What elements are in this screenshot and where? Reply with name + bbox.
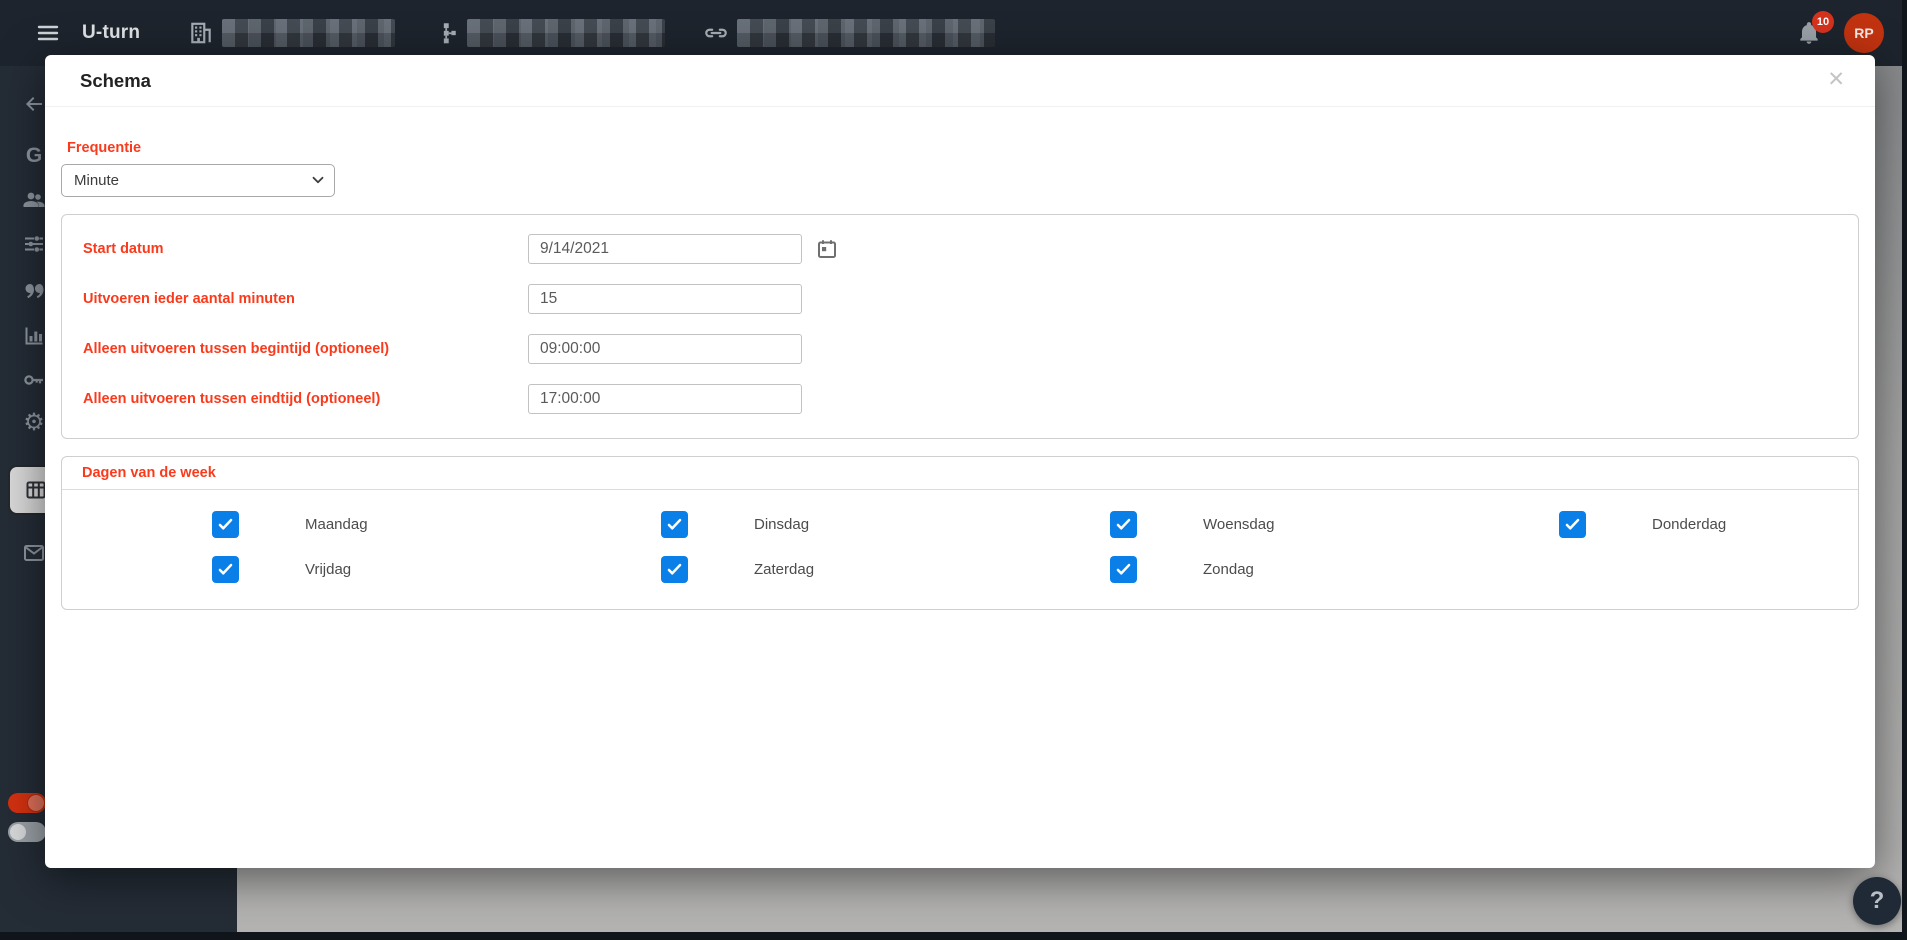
notification-badge: 10 — [1812, 11, 1834, 33]
day-label: Vrijdag — [305, 560, 352, 578]
quote-icon[interactable] — [22, 278, 46, 302]
days-of-week-label: Dagen van de week — [62, 457, 1858, 490]
field-input[interactable] — [528, 334, 802, 364]
checkbox-checked[interactable] — [661, 555, 688, 583]
bar-chart-icon[interactable] — [22, 324, 46, 348]
form-row: Uitvoeren ieder aantal minuten — [62, 274, 1858, 324]
topbar-nav-item[interactable] — [703, 19, 996, 47]
day-checkbox-item[interactable]: Woensdag — [960, 510, 1409, 538]
field-input[interactable] — [528, 234, 802, 264]
brand-title: U-turn — [82, 22, 141, 43]
link-icon — [703, 20, 729, 46]
day-label: Dinsdag — [754, 515, 810, 533]
window-frame-bottom — [0, 932, 1907, 940]
day-checkbox-item[interactable]: Maandag — [62, 510, 511, 538]
form-row: Alleen uitvoeren tussen begintijd (optio… — [62, 324, 1858, 374]
day-label: Woensdag — [1203, 515, 1275, 533]
close-icon[interactable]: ✕ — [1827, 69, 1845, 90]
field-input[interactable] — [528, 284, 802, 314]
days-fieldset: Dagen van de week Maandag Dinsdag Woensdag… — [61, 456, 1859, 610]
toggle-off[interactable] — [8, 822, 46, 842]
redacted-nav-label — [222, 19, 396, 47]
calendar-icon[interactable] — [815, 237, 839, 261]
gear-icon[interactable]: ⚙ — [22, 411, 46, 435]
field-label: Start datum — [83, 241, 164, 257]
toggle-knob — [10, 824, 26, 840]
topbar-nav-item[interactable] — [188, 19, 396, 47]
globe-icon[interactable]: G — [22, 144, 46, 168]
modal-body: Frequentie Minute Start datum Uitvoeren i… — [45, 140, 1875, 610]
redacted-nav-label — [467, 19, 666, 47]
day-checkbox-item[interactable]: Dinsdag — [511, 510, 960, 538]
field-input[interactable] — [528, 384, 802, 414]
application-window: G ⚙ U-turn 10 RP ? Schema ✕ Frequentie Mi… — [0, 0, 1907, 940]
frequency-select-wrap: Minute — [61, 164, 335, 197]
bell-icon — [1796, 22, 1822, 51]
frequency-label: Frequentie — [67, 140, 142, 156]
toggle-on[interactable] — [8, 793, 46, 813]
form-row: Start datum — [62, 224, 1858, 274]
mail-icon[interactable] — [22, 541, 46, 565]
day-checkbox-item[interactable]: Zaterdag — [511, 555, 960, 583]
day-checkbox-item[interactable]: Donderdag — [1409, 510, 1858, 538]
key-icon[interactable] — [22, 368, 46, 392]
field-label: Alleen uitvoeren tussen eindtijd (option… — [83, 391, 381, 407]
window-frame-right — [1902, 0, 1907, 940]
topbar-nav — [188, 19, 996, 47]
modal-title: Schema — [80, 69, 151, 91]
hamburger-icon[interactable] — [36, 21, 60, 45]
day-checkbox-item[interactable]: Zondag — [960, 555, 1409, 583]
schedule-fieldset: Start datum Uitvoeren ieder aantal minute… — [61, 214, 1859, 439]
day-label: Donderdag — [1652, 515, 1727, 533]
people-icon[interactable] — [22, 188, 46, 212]
day-checkbox-item[interactable]: Vrijdag — [62, 555, 511, 583]
checkbox-checked[interactable] — [1110, 555, 1137, 583]
building-icon — [188, 20, 214, 46]
arrow-left-icon[interactable] — [22, 92, 46, 116]
checkbox-checked[interactable] — [212, 555, 239, 583]
topbar-right: 10 RP — [1796, 11, 1884, 53]
topbar-nav-item[interactable] — [433, 19, 666, 47]
field-label: Alleen uitvoeren tussen begintijd (optio… — [83, 341, 390, 357]
field-label: Uitvoeren ieder aantal minuten — [83, 291, 295, 307]
help-button[interactable]: ? — [1853, 877, 1901, 925]
day-label: Zondag — [1203, 560, 1254, 578]
checkbox-checked[interactable] — [212, 510, 239, 538]
frequency-select[interactable]: Minute — [61, 164, 335, 197]
schema-modal: Schema ✕ Frequentie Minute Start datum Ui… — [45, 55, 1875, 868]
day-label: Zaterdag — [754, 560, 815, 578]
day-label: Maandag — [305, 515, 368, 533]
redacted-nav-label — [737, 19, 996, 47]
avatar[interactable]: RP — [1844, 13, 1884, 53]
notifications-button[interactable]: 10 — [1796, 11, 1834, 47]
modal-header: Schema ✕ — [45, 55, 1875, 107]
checkbox-checked[interactable] — [661, 510, 688, 538]
toggle-knob — [28, 795, 44, 811]
checkbox-checked[interactable] — [1110, 510, 1137, 538]
form-row: Alleen uitvoeren tussen eindtijd (option… — [62, 374, 1858, 424]
sitemap-icon — [433, 20, 459, 46]
days-grid: Maandag Dinsdag Woensdag Donderdag Vrijdag Za… — [62, 490, 1858, 609]
tune-icon[interactable] — [22, 232, 46, 256]
checkbox-checked[interactable] — [1559, 510, 1586, 538]
